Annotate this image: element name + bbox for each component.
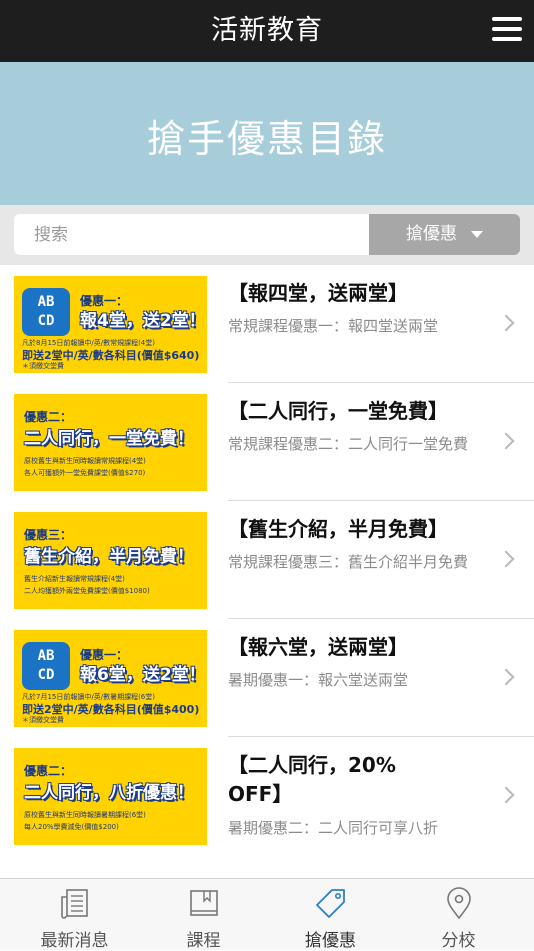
thumb-note: ＊須繳交堂費 (22, 361, 64, 371)
offer-subtitle: 暑期優惠一：報六堂送兩堂 (228, 667, 490, 694)
thumb-tag: 優惠三： (24, 526, 72, 543)
caret-down-icon (471, 231, 483, 238)
offer-title: 【報四堂，送兩堂】 (228, 279, 488, 308)
book-icon (187, 887, 221, 921)
tag-icon (314, 887, 348, 921)
thumb-headline: 舊生介紹，半月免費！ (24, 542, 194, 567)
offer-item[interactable]: 優惠二： 二人同行，八折優惠！ 原校舊生與新生同時報讀暑期課程(6堂) 每人20… (0, 737, 534, 855)
offer-title: 【舊生介紹，半月免費】 (228, 515, 488, 544)
offer-thumbnail: 優惠三： 舊生介紹，半月免費！ 舊生介紹新生報讀常規課程(4堂) 二人均獲額外兩… (14, 512, 207, 609)
thumb-headline: 報4堂，送2堂！ (80, 306, 206, 331)
tab-label: 分校 (392, 926, 525, 951)
search-input[interactable] (14, 214, 370, 255)
thumb-tag: 優惠二： (24, 762, 72, 779)
page-title: 搶手優惠目錄 (0, 108, 534, 163)
filter-label: 搶優惠 (406, 224, 457, 244)
thumb-headline: 報6堂，送2堂！ (80, 660, 206, 685)
app-title: 活新教育 (0, 0, 534, 62)
offer-subtitle: 暑期優惠二：二人同行可享八折 (228, 815, 490, 842)
offer-list: ABCD 優惠一： 報4堂，送2堂！ 凡於8月15日前報讀中/英/數常規課程(4… (0, 265, 534, 855)
offer-thumbnail: ABCD 優惠一： 報4堂，送2堂！ 凡於8月15日前報讀中/英/數常規課程(4… (14, 276, 207, 373)
thumb-headline: 二人同行，八折優惠！ (24, 778, 194, 803)
top-bar: 活新教育 (0, 0, 534, 62)
abcd-logo: ABCD (22, 288, 70, 336)
chevron-right-icon (498, 433, 515, 450)
offer-item[interactable]: 優惠二： 二人同行，一堂免費！ 原校舊生與新生同時報讀常規課程(4堂) 各人可獲… (0, 383, 534, 501)
thumb-headline: 二人同行，一堂免費！ (24, 424, 194, 449)
offer-subtitle: 常規課程優惠三：舊生介紹半月免費 (228, 549, 490, 576)
thumb-line2: 各人可獲額外一堂免費課堂(價值$270) (24, 468, 145, 478)
bottom-tab-bar: 最新消息 課程 搶優惠 分校 (0, 878, 534, 950)
news-icon (58, 887, 92, 921)
offer-subtitle: 常規課程優惠二：二人同行一堂免費 (228, 431, 490, 458)
offer-item[interactable]: 優惠三： 舊生介紹，半月免費！ 舊生介紹新生報讀常規課程(4堂) 二人均獲額外兩… (0, 501, 534, 619)
location-pin-icon (442, 887, 476, 921)
thumb-note: ＊須繳交堂費 (22, 715, 64, 725)
chevron-right-icon (498, 669, 515, 686)
offer-title: 【二人同行，一堂免費】 (228, 397, 488, 426)
tab-offers[interactable]: 搶優惠 (264, 879, 397, 951)
chevron-right-icon (498, 315, 515, 332)
thumb-line1: 舊生介紹新生報讀常規課程(4堂) (24, 574, 125, 584)
thumb-line1: 原校舊生與新生同時報讀暑期課程(6堂) (24, 810, 146, 820)
tab-news[interactable]: 最新消息 (8, 879, 141, 951)
thumb-line2: 每人20%學費減免(價值$200) (24, 822, 119, 832)
category-filter-dropdown[interactable]: 搶優惠 (369, 214, 520, 255)
thumb-line2: 二人均獲額外兩堂免費課堂(價值$1080) (24, 586, 150, 596)
hamburger-menu-icon[interactable] (492, 17, 522, 45)
tab-branches[interactable]: 分校 (392, 879, 525, 951)
chevron-right-icon (498, 787, 515, 804)
thumb-line1: 原校舊生與新生同時報讀常規課程(4堂) (24, 456, 146, 466)
search-bar: 搶優惠 (0, 205, 534, 265)
offer-thumbnail: 優惠二： 二人同行，一堂免費！ 原校舊生與新生同時報讀常規課程(4堂) 各人可獲… (14, 394, 207, 491)
tab-label: 最新消息 (8, 926, 141, 951)
offer-title: 【二人同行，20% OFF】 (228, 751, 428, 809)
page-banner: 搶手優惠目錄 (0, 62, 534, 205)
offer-subtitle: 常規課程優惠一：報四堂送兩堂 (228, 313, 490, 340)
abcd-logo: ABCD (22, 642, 70, 690)
tab-label: 課程 (137, 926, 270, 951)
offer-thumbnail: 優惠二： 二人同行，八折優惠！ 原校舊生與新生同時報讀暑期課程(6堂) 每人20… (14, 748, 207, 845)
offer-item[interactable]: ABCD 優惠一： 報6堂，送2堂！ 凡於7月15日前報讀中/英/數暑期課程(6… (0, 619, 534, 737)
offer-title: 【報六堂，送兩堂】 (228, 633, 488, 662)
tab-courses[interactable]: 課程 (137, 879, 270, 951)
chevron-right-icon (498, 551, 515, 568)
thumb-tag: 優惠二： (24, 408, 72, 425)
offer-item[interactable]: ABCD 優惠一： 報4堂，送2堂！ 凡於8月15日前報讀中/英/數常規課程(4… (0, 265, 534, 383)
tab-label: 搶優惠 (264, 926, 397, 951)
offer-thumbnail: ABCD 優惠一： 報6堂，送2堂！ 凡於7月15日前報讀中/英/數暑期課程(6… (14, 630, 207, 727)
